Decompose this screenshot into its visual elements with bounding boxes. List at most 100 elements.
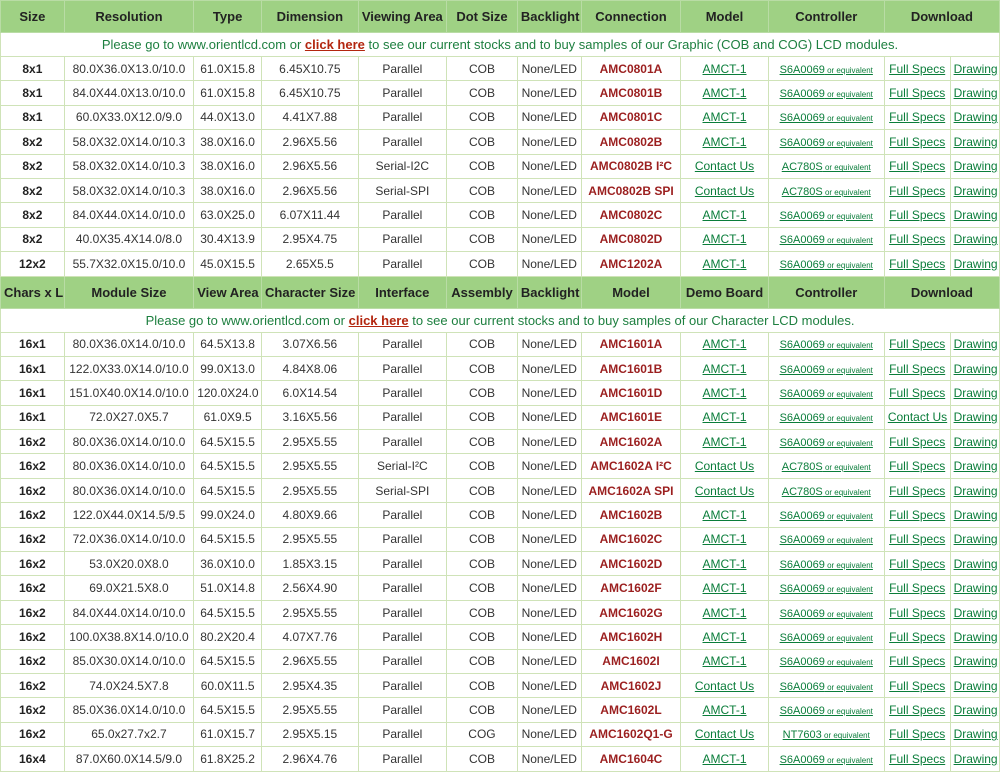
model-link[interactable]: AMCT-1 [703, 86, 747, 100]
drawing-link[interactable]: Drawing [954, 86, 998, 100]
drawing-link[interactable]: Drawing [954, 752, 998, 766]
model-link[interactable]: AMCT-1 [703, 654, 747, 668]
model-link[interactable]: AMCT-1 [703, 135, 747, 149]
drawing-link[interactable]: Drawing [954, 727, 998, 741]
drawing-link[interactable]: Drawing [954, 630, 998, 644]
full-specs-link[interactable]: Full Specs [889, 184, 945, 198]
model-link[interactable]: AMCT-1 [703, 606, 747, 620]
full-specs-link[interactable]: Full Specs [889, 459, 945, 473]
model-link[interactable]: AMCT-1 [703, 337, 747, 351]
controller-link[interactable]: S6A0069 or equivalent [780, 437, 873, 449]
full-specs-link[interactable]: Full Specs [889, 703, 945, 717]
controller-link[interactable]: S6A0069 or equivalent [780, 210, 873, 222]
model-link[interactable]: AMCT-1 [703, 410, 747, 424]
controller-link[interactable]: S6A0069 or equivalent [780, 388, 873, 400]
controller-link[interactable]: S6A0069 or equivalent [780, 259, 873, 271]
controller-link[interactable]: AC780S or equivalent [782, 161, 871, 173]
drawing-link[interactable]: Drawing [954, 110, 998, 124]
click-here-link[interactable]: click here [305, 37, 365, 52]
full-specs-link[interactable]: Full Specs [889, 581, 945, 595]
controller-link[interactable]: S6A0069 or equivalent [780, 681, 873, 693]
controller-link[interactable]: AC780S or equivalent [782, 461, 871, 473]
controller-link[interactable]: AC780S or equivalent [782, 486, 871, 498]
drawing-link[interactable]: Drawing [954, 232, 998, 246]
full-specs-link[interactable]: Contact Us [888, 410, 947, 424]
controller-link[interactable]: S6A0069 or equivalent [780, 112, 873, 124]
full-specs-link[interactable]: Full Specs [889, 508, 945, 522]
controller-link[interactable]: S6A0069 or equivalent [780, 137, 873, 149]
model-link[interactable]: Contact Us [695, 184, 754, 198]
model-link[interactable]: AMCT-1 [703, 630, 747, 644]
full-specs-link[interactable]: Full Specs [889, 257, 945, 271]
drawing-link[interactable]: Drawing [954, 386, 998, 400]
drawing-link[interactable]: Drawing [954, 337, 998, 351]
drawing-link[interactable]: Drawing [954, 654, 998, 668]
model-link[interactable]: AMCT-1 [703, 703, 747, 717]
model-link[interactable]: Contact Us [695, 159, 754, 173]
full-specs-link[interactable]: Full Specs [889, 86, 945, 100]
model-link[interactable]: AMCT-1 [703, 386, 747, 400]
full-specs-link[interactable]: Full Specs [889, 62, 945, 76]
controller-link[interactable]: S6A0069 or equivalent [780, 656, 873, 668]
drawing-link[interactable]: Drawing [954, 435, 998, 449]
drawing-link[interactable]: Drawing [954, 184, 998, 198]
controller-link[interactable]: S6A0069 or equivalent [780, 559, 873, 571]
controller-link[interactable]: S6A0069 or equivalent [780, 754, 873, 766]
drawing-link[interactable]: Drawing [954, 208, 998, 222]
full-specs-link[interactable]: Full Specs [889, 110, 945, 124]
full-specs-link[interactable]: Full Specs [889, 727, 945, 741]
controller-link[interactable]: S6A0069 or equivalent [780, 534, 873, 546]
drawing-link[interactable]: Drawing [954, 703, 998, 717]
controller-link[interactable]: S6A0069 or equivalent [780, 583, 873, 595]
full-specs-link[interactable]: Full Specs [889, 606, 945, 620]
model-link[interactable]: Contact Us [695, 727, 754, 741]
model-link[interactable]: AMCT-1 [703, 62, 747, 76]
model-link[interactable]: Contact Us [695, 459, 754, 473]
controller-link[interactable]: S6A0069 or equivalent [780, 510, 873, 522]
controller-link[interactable]: S6A0069 or equivalent [780, 632, 873, 644]
full-specs-link[interactable]: Full Specs [889, 337, 945, 351]
model-link[interactable]: AMCT-1 [703, 752, 747, 766]
model-link[interactable]: AMCT-1 [703, 110, 747, 124]
full-specs-link[interactable]: Full Specs [889, 752, 945, 766]
full-specs-link[interactable]: Full Specs [889, 362, 945, 376]
model-link[interactable]: AMCT-1 [703, 232, 747, 246]
full-specs-link[interactable]: Full Specs [889, 630, 945, 644]
drawing-link[interactable]: Drawing [954, 679, 998, 693]
full-specs-link[interactable]: Full Specs [889, 386, 945, 400]
drawing-link[interactable]: Drawing [954, 459, 998, 473]
controller-link[interactable]: S6A0069 or equivalent [780, 705, 873, 717]
full-specs-link[interactable]: Full Specs [889, 532, 945, 546]
drawing-link[interactable]: Drawing [954, 484, 998, 498]
model-link[interactable]: AMCT-1 [703, 208, 747, 222]
full-specs-link[interactable]: Full Specs [889, 557, 945, 571]
controller-link[interactable]: AC780S or equivalent [782, 186, 871, 198]
drawing-link[interactable]: Drawing [954, 581, 998, 595]
drawing-link[interactable]: Drawing [954, 532, 998, 546]
drawing-link[interactable]: Drawing [954, 135, 998, 149]
drawing-link[interactable]: Drawing [954, 606, 998, 620]
model-link[interactable]: AMCT-1 [703, 435, 747, 449]
full-specs-link[interactable]: Full Specs [889, 159, 945, 173]
drawing-link[interactable]: Drawing [954, 62, 998, 76]
drawing-link[interactable]: Drawing [954, 257, 998, 271]
drawing-link[interactable]: Drawing [954, 508, 998, 522]
drawing-link[interactable]: Drawing [954, 159, 998, 173]
model-link[interactable]: AMCT-1 [703, 532, 747, 546]
model-link[interactable]: Contact Us [695, 484, 754, 498]
drawing-link[interactable]: Drawing [954, 557, 998, 571]
full-specs-link[interactable]: Full Specs [889, 654, 945, 668]
controller-link[interactable]: NT7603 or equivalent [783, 729, 870, 741]
model-link[interactable]: AMCT-1 [703, 581, 747, 595]
controller-link[interactable]: S6A0069 or equivalent [780, 234, 873, 246]
controller-link[interactable]: S6A0069 or equivalent [780, 339, 873, 351]
drawing-link[interactable]: Drawing [954, 362, 998, 376]
full-specs-link[interactable]: Full Specs [889, 435, 945, 449]
full-specs-link[interactable]: Full Specs [889, 484, 945, 498]
controller-link[interactable]: S6A0069 or equivalent [780, 412, 873, 424]
controller-link[interactable]: S6A0069 or equivalent [780, 608, 873, 620]
full-specs-link[interactable]: Full Specs [889, 135, 945, 149]
drawing-link[interactable]: Drawing [954, 410, 998, 424]
full-specs-link[interactable]: Full Specs [889, 232, 945, 246]
full-specs-link[interactable]: Full Specs [889, 679, 945, 693]
